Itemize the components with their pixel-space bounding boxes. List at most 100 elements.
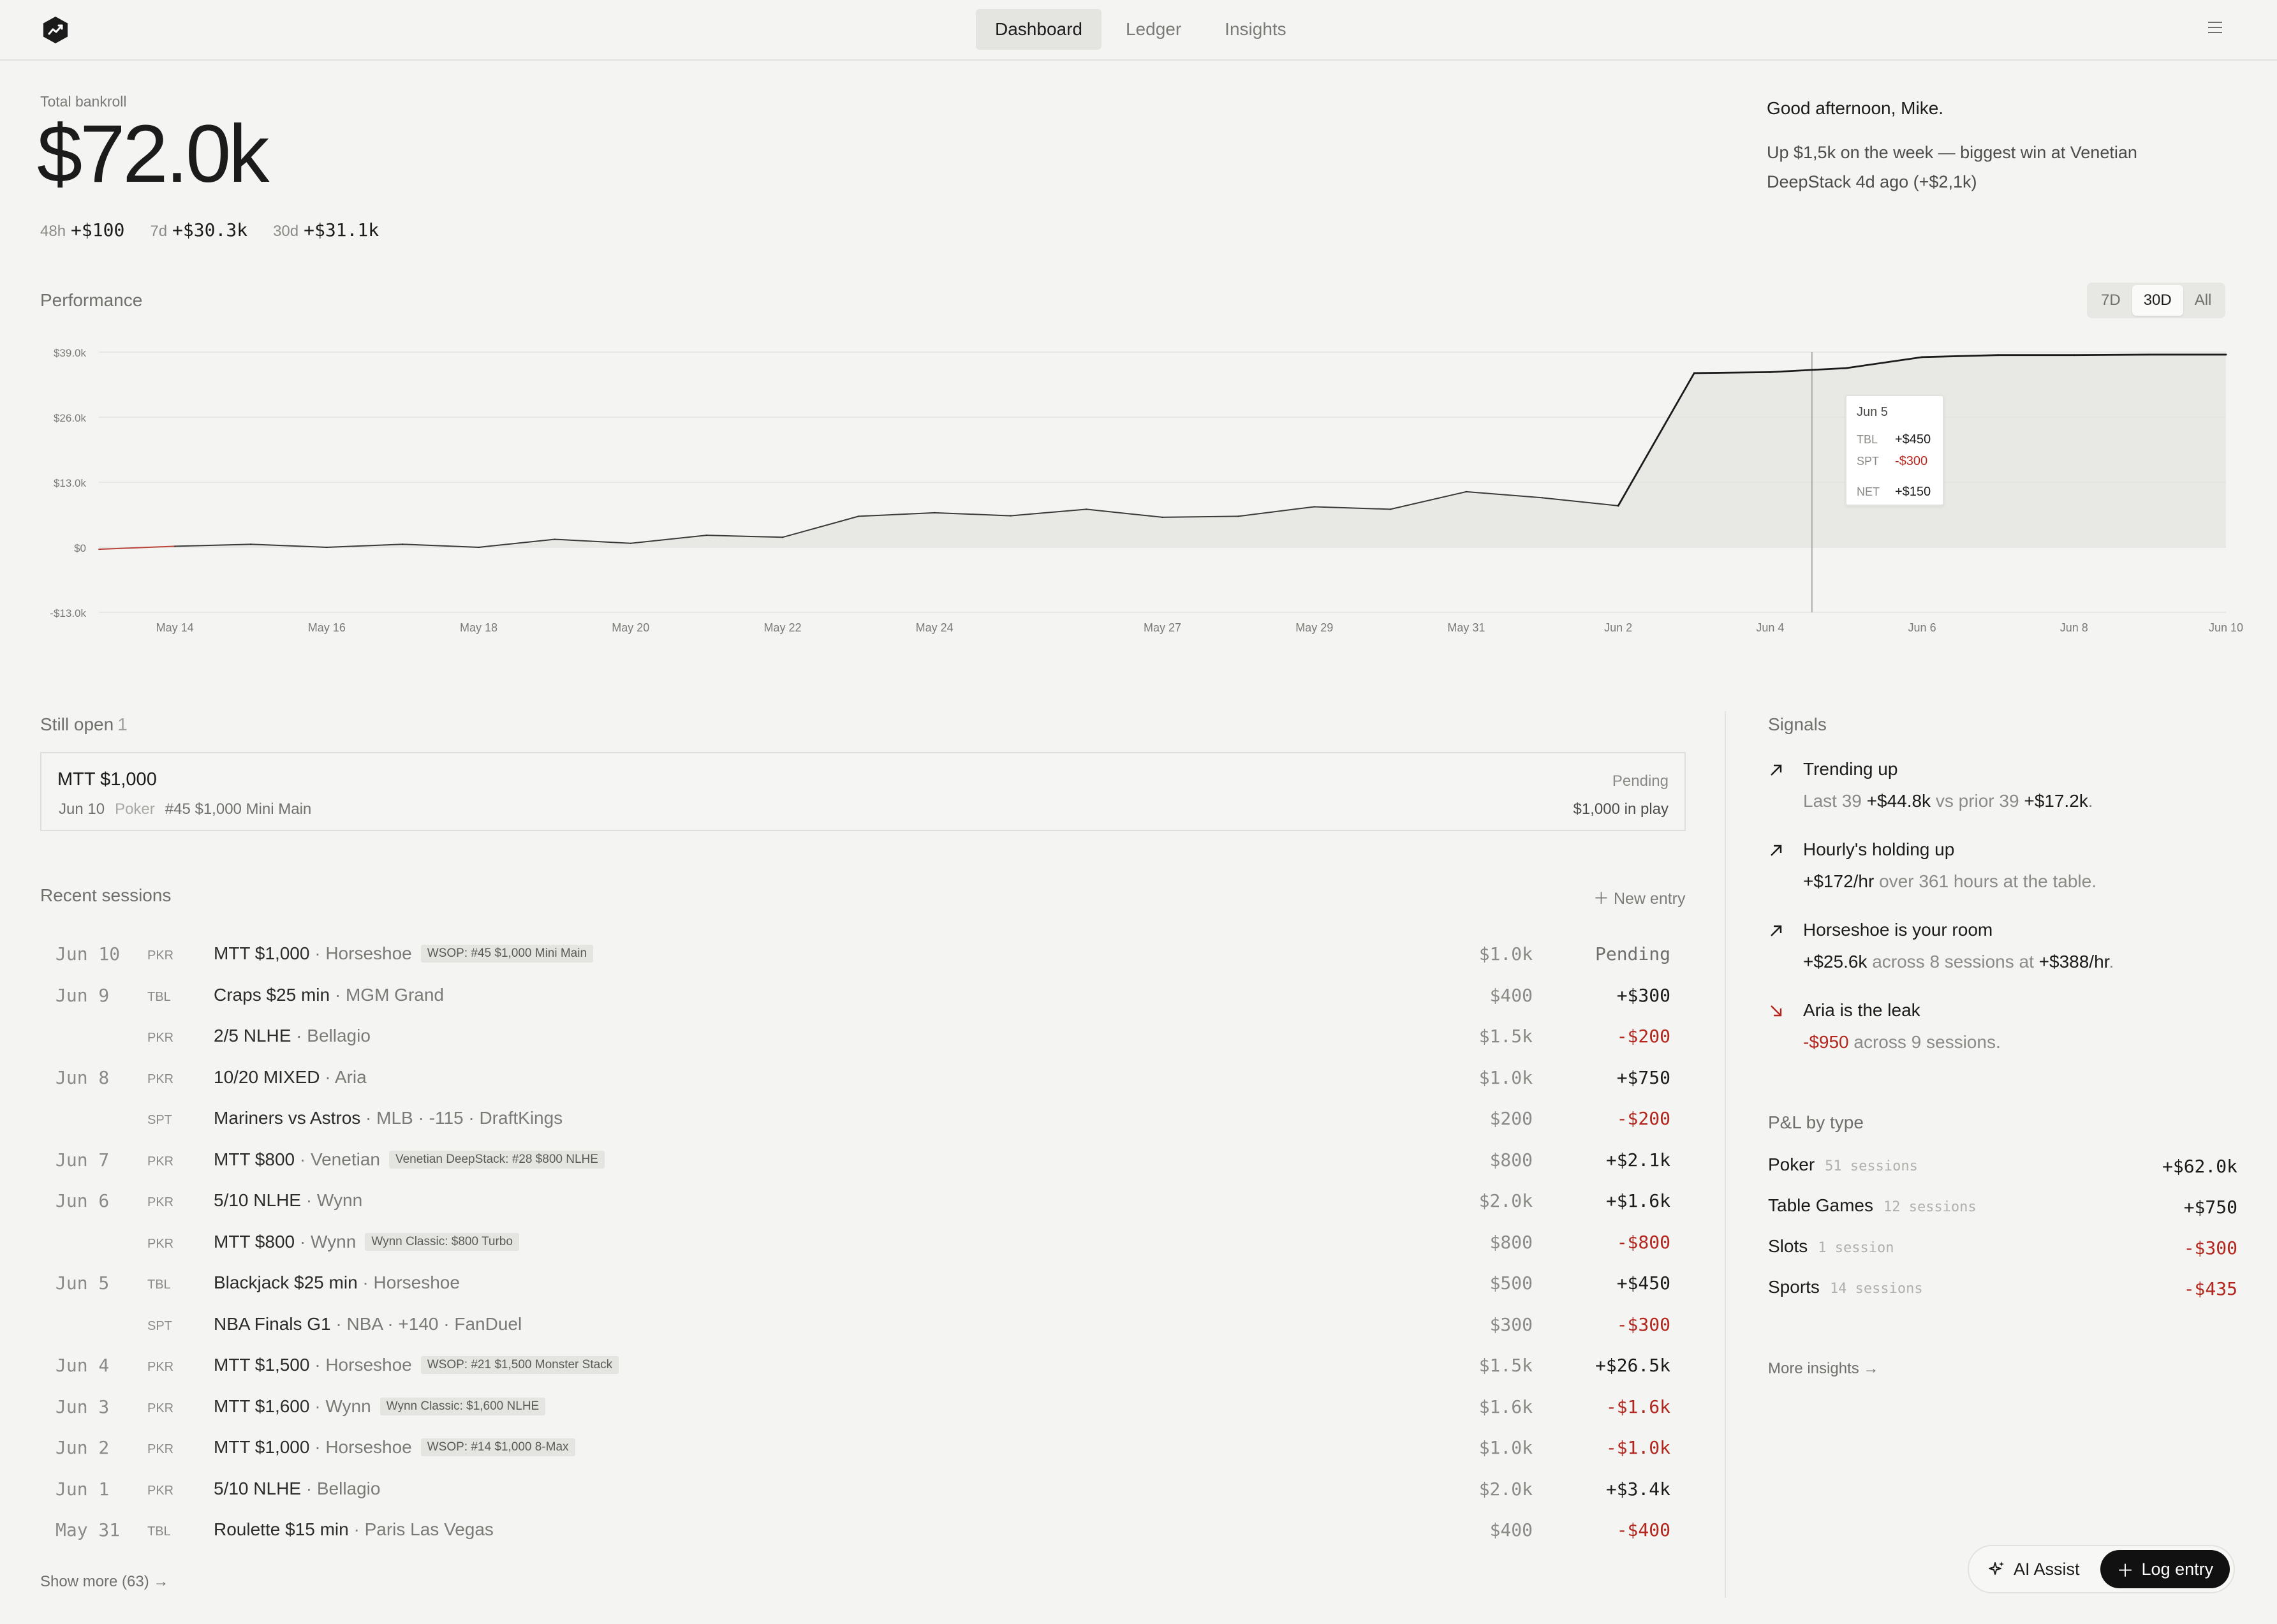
pl-session-count: 14 sessions xyxy=(1829,1281,1923,1297)
table-row[interactable]: Jun 4 PKR MTT $1,500 · Horseshoe WSOP: #21 … xyxy=(40,1346,1686,1387)
row-tag: Wynn Classic: $1,600 NLHE xyxy=(380,1397,546,1415)
signal-body: +$172/hr over 361 hours at the table. xyxy=(1803,871,2097,891)
recent-sessions-label: Recent sessions xyxy=(40,885,172,905)
x-tick-label: May 18 xyxy=(460,621,497,634)
signal-body: +$25.6k across 8 sessions at +$388/hr. xyxy=(1803,952,2114,971)
table-row[interactable]: PKR MTT $800 · Wynn Wynn Classic: $800 Tur… xyxy=(40,1223,1686,1264)
table-row[interactable]: SPT Mariners vs Astros · MLB · -115 · Dra… xyxy=(40,1099,1686,1140)
x-tick-label: Jun 2 xyxy=(1604,621,1632,634)
row-tag: WSOP: #21 $1,500 Monster Stack xyxy=(420,1356,619,1374)
row-type: PKR xyxy=(147,1072,174,1086)
greeting-body: Up $1,5k on the week — biggest win at Ve… xyxy=(1767,143,2137,191)
y-tick-label: $26.0k xyxy=(54,412,87,424)
arrow-down-right-icon xyxy=(1771,1005,1782,1017)
column-divider xyxy=(1725,711,1726,1598)
plus-icon: ＋ xyxy=(2116,1561,2134,1581)
row-type: SPT xyxy=(147,1113,172,1127)
row-type: PKR xyxy=(147,949,174,963)
range-30d[interactable]: 30D xyxy=(2132,285,2183,316)
signal-title: Hourly's holding up xyxy=(1803,839,1955,859)
table-row[interactable]: Jun 2 PKR MTT $1,000 · Horseshoe WSOP: #14 … xyxy=(40,1428,1686,1470)
table-row[interactable]: Jun 7 PKR MTT $800 · Venetian Venetian Deep… xyxy=(40,1140,1686,1182)
logo-icon[interactable] xyxy=(41,15,70,45)
signal-body: -$950 across 9 sessions. xyxy=(1803,1032,2001,1052)
range-7d[interactable]: 7D xyxy=(2089,285,2132,316)
row-title: Mariners vs Astros · MLB · -115 · DraftK… xyxy=(214,1108,563,1128)
show-more-link[interactable]: Show more (63) → xyxy=(40,1573,168,1591)
pl-session-count: 12 sessions xyxy=(1883,1199,1977,1215)
arrow-up-right-icon xyxy=(1771,764,1782,776)
floating-actions: AI Assist ＋ Log entry xyxy=(1968,1545,2236,1593)
tab-ledger[interactable]: Ledger xyxy=(1107,9,1200,50)
row-result: -$200 xyxy=(1616,1108,1670,1129)
row-result: +$26.5k xyxy=(1595,1355,1670,1376)
tab-dashboard[interactable]: Dashboard xyxy=(976,9,1102,50)
open-session-status: Pending xyxy=(1612,772,1669,790)
row-result: Pending xyxy=(1595,943,1670,964)
row-stake: $1.0k xyxy=(1478,1437,1533,1458)
signal-title: Horseshoe is your room xyxy=(1803,920,1993,940)
more-insights-link[interactable]: More insights → xyxy=(1768,1360,1878,1378)
table-row[interactable]: Jun 5 TBL Blackjack $25 min · Horseshoe $50… xyxy=(40,1264,1686,1305)
table-row[interactable]: Jun 3 PKR MTT $1,600 · Wynn Wynn Classic: $… xyxy=(40,1387,1686,1429)
pl-value: -$300 xyxy=(2183,1237,2237,1259)
chart-tooltip: Jun 5 TBL +$450 SPT -$300 NET +$150 xyxy=(1845,395,1944,506)
row-type: PKR xyxy=(147,1031,174,1045)
row-date: Jun 6 xyxy=(55,1190,110,1211)
row-type: TBL xyxy=(147,1524,171,1539)
row-type: PKR xyxy=(147,1401,174,1415)
pl-row[interactable]: Poker 51 sessions +$62.0k xyxy=(1768,1153,2237,1194)
row-stake: $1.5k xyxy=(1478,1355,1533,1376)
x-tick-label: May 14 xyxy=(156,621,194,634)
open-session-card[interactable]: MTT $1,000 Jun 10 Poker #45 $1,000 Mini … xyxy=(40,752,1686,831)
plus-icon: ＋ xyxy=(1593,890,1614,908)
still-open-label: Still open 1 xyxy=(40,714,128,734)
pl-by-type-list: Poker 51 sessions +$62.0k Table Games 12 se… xyxy=(1768,1153,2237,1317)
pl-row[interactable]: Slots 1 session -$300 xyxy=(1768,1235,2237,1276)
arrow-right-icon: → xyxy=(149,1573,169,1590)
row-stake: $400 xyxy=(1489,984,1533,1006)
pl-type-name: Table Games 12 sessions xyxy=(1768,1195,1977,1215)
tab-insights[interactable]: Insights xyxy=(1205,9,1306,50)
range-all[interactable]: All xyxy=(2183,285,2223,316)
bankroll-deltas: 48h +$100 7d +$30.3k 30d +$31.1k xyxy=(40,219,379,240)
table-row[interactable]: Jun 10 PKR MTT $1,000 · Horseshoe WSOP: #45… xyxy=(40,934,1686,976)
bankroll-value: $72.0k xyxy=(37,108,269,200)
pl-row[interactable]: Sports 14 sessions -$435 xyxy=(1768,1276,2237,1317)
row-stake: $2.0k xyxy=(1478,1190,1533,1211)
row-result: -$300 xyxy=(1616,1313,1670,1335)
row-stake: $400 xyxy=(1489,1519,1533,1540)
row-title: MTT $800 · Venetian Venetian DeepStack: #… xyxy=(214,1149,605,1170)
pl-row[interactable]: Table Games 12 sessions +$750 xyxy=(1768,1194,2237,1235)
pl-session-count: 1 session xyxy=(1818,1240,1894,1256)
table-row[interactable]: May 31 TBL Roulette $15 min · Paris Las Ve… xyxy=(40,1510,1686,1552)
ai-assist-button[interactable]: AI Assist xyxy=(1973,1550,2095,1588)
table-row[interactable]: Jun 9 TBL Craps $25 min · MGM Grand $400 +$3… xyxy=(40,976,1686,1017)
row-date: Jun 2 xyxy=(55,1437,110,1458)
row-date: Jun 1 xyxy=(55,1478,110,1500)
row-type: PKR xyxy=(147,1195,174,1209)
row-title: MTT $1,000 · Horseshoe WSOP: #45 $1,000 M… xyxy=(214,943,594,964)
delta-30d: 30d +$31.1k xyxy=(273,219,380,240)
row-type: PKR xyxy=(147,1360,174,1374)
row-date: Jun 4 xyxy=(55,1355,110,1376)
row-title: 10/20 MIXED · Aria xyxy=(214,1067,367,1087)
row-tag: WSOP: #45 $1,000 Mini Main xyxy=(420,945,594,963)
greeting: Good afternoon, Mike. Up $1,5k on the we… xyxy=(1767,98,2200,196)
log-entry-button[interactable]: ＋ Log entry xyxy=(2100,1550,2230,1588)
signal-title: Trending up xyxy=(1803,759,1898,779)
table-row[interactable]: PKR 2/5 NLHE · Bellagio $1.5k -$200 xyxy=(40,1017,1686,1058)
table-row[interactable]: Jun 1 PKR 5/10 NLHE · Bellagio $2.0k +$3.4k xyxy=(40,1470,1686,1511)
table-row[interactable]: Jun 8 PKR 10/20 MIXED · Aria $1.0k +$750 xyxy=(40,1058,1686,1100)
row-stake: $800 xyxy=(1489,1149,1533,1170)
table-row[interactable]: SPT NBA Finals G1 · NBA · +140 · FanDuel $… xyxy=(40,1305,1686,1347)
row-tag: Venetian DeepStack: #28 $800 NLHE xyxy=(388,1150,605,1169)
signal-item: Horseshoe is your room +$25.6k across 8 … xyxy=(1768,920,2227,1000)
row-date: Jun 7 xyxy=(55,1149,110,1170)
row-stake: $500 xyxy=(1489,1273,1533,1294)
new-entry-button[interactable]: ＋ New entry xyxy=(1593,886,1686,909)
hamburger-menu-icon[interactable] xyxy=(2207,19,2223,36)
row-result: -$1.6k xyxy=(1605,1396,1670,1417)
open-session-title: MTT $1,000 xyxy=(57,769,157,790)
table-row[interactable]: Jun 6 PKR 5/10 NLHE · Wynn $2.0k +$1.6k xyxy=(40,1181,1686,1223)
